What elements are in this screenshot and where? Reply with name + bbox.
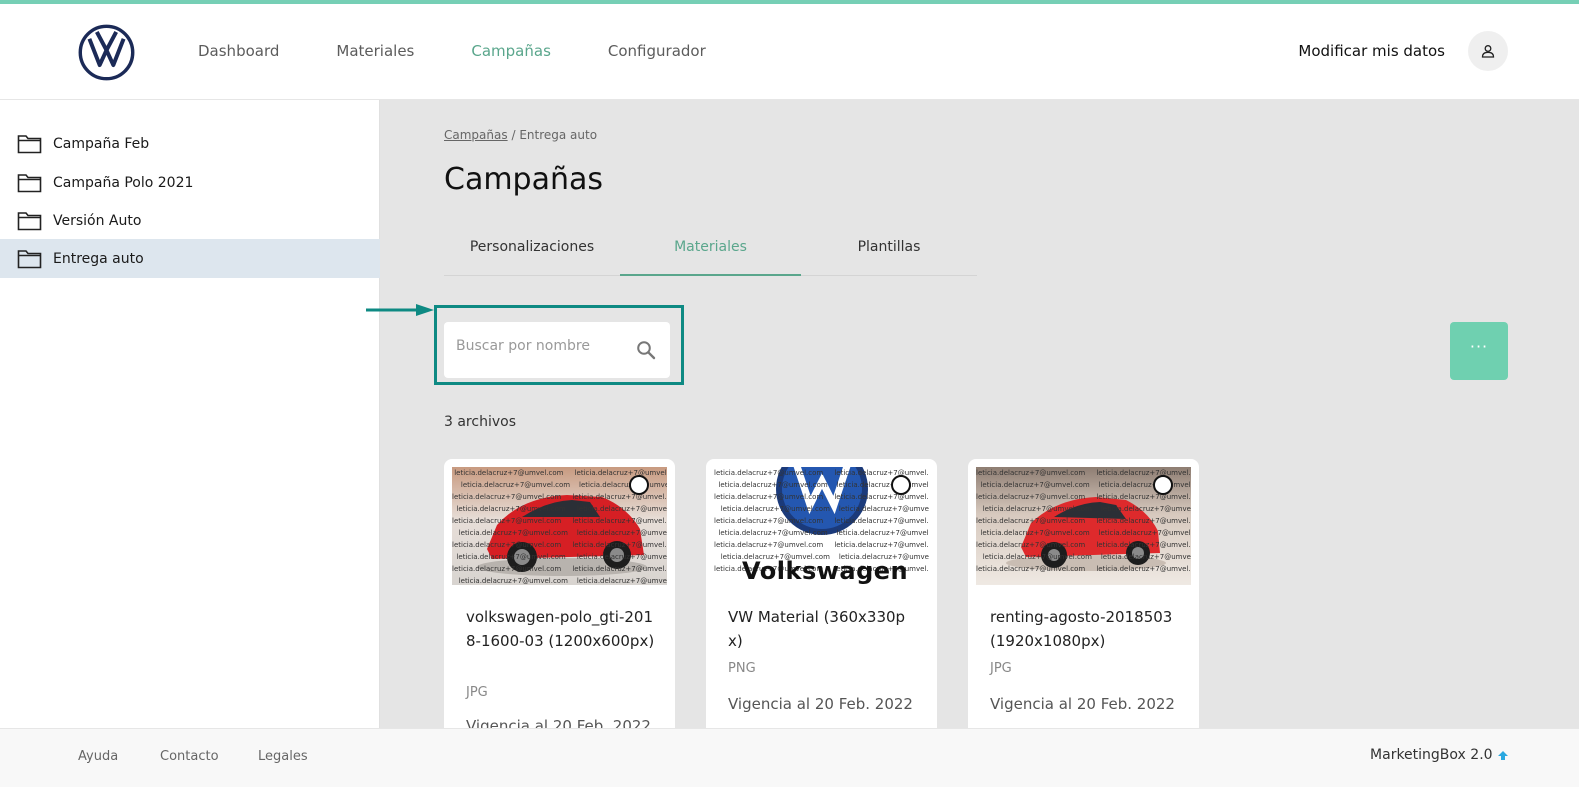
- material-name: renting-agosto-2018503 (1920x1080px): [990, 608, 1173, 650]
- folder-item-entrega-auto[interactable]: Entrega auto: [0, 239, 380, 278]
- material-card[interactable]: leticia.delacruz+7@umvel.com leticia.del…: [968, 459, 1199, 749]
- tab-materiales[interactable]: Materiales: [620, 228, 801, 276]
- folder-sidebar: Campaña Feb Campaña Polo 2021 Versión Au…: [0, 100, 380, 728]
- folder-item-version-auto[interactable]: Versión Auto: [0, 201, 380, 240]
- modify-profile-link[interactable]: Modificar mis datos: [1298, 42, 1445, 60]
- brand-label: MarketingBox 2.0: [1370, 747, 1509, 763]
- page-title: Campañas: [444, 162, 604, 197]
- folder-label: Entrega auto: [53, 250, 144, 267]
- search-icon[interactable]: [636, 340, 656, 360]
- footer-link-legales[interactable]: Legales: [258, 749, 308, 764]
- page-footer: Ayuda Contacto Legales MarketingBox 2.0: [0, 728, 1579, 787]
- footer-link-contacto[interactable]: Contacto: [160, 749, 219, 764]
- nav-configurador[interactable]: Configurador: [608, 42, 706, 60]
- material-card[interactable]: leticia.delacruz+7@umvel.com leticia.del…: [444, 459, 675, 749]
- breadcrumb-separator: /: [511, 128, 516, 142]
- vw-wordmark: Volkswagen: [742, 557, 909, 585]
- breadcrumb: Campañas / Entrega auto: [444, 128, 597, 142]
- user-avatar-button[interactable]: [1468, 31, 1508, 71]
- material-name: volkswagen-polo_gti-2018-1600-03 (1200x6…: [466, 608, 655, 650]
- breadcrumb-parent-link[interactable]: Campañas: [444, 128, 508, 142]
- nav-materiales[interactable]: Materiales: [336, 42, 414, 60]
- folder-icon: [17, 134, 42, 153]
- file-count: 3 archivos: [444, 414, 516, 430]
- select-radio[interactable]: [891, 475, 911, 495]
- main-nav: Dashboard Materiales Campañas Configurad…: [198, 42, 763, 60]
- material-card[interactable]: leticia.delacruz+7@umvel.com leticia.del…: [706, 459, 937, 749]
- tab-personalizaciones[interactable]: Personalizaciones: [444, 228, 620, 276]
- folder-icon: [17, 211, 42, 230]
- brand-text: MarketingBox 2.0: [1370, 747, 1493, 763]
- folder-item-campana-feb[interactable]: Campaña Feb: [0, 124, 380, 163]
- search-input[interactable]: [456, 338, 626, 354]
- folder-icon: [17, 173, 42, 192]
- folder-item-campana-polo-2021[interactable]: Campaña Polo 2021: [0, 163, 380, 202]
- material-type: JPG: [466, 685, 488, 700]
- top-header: Dashboard Materiales Campañas Configurad…: [0, 4, 1579, 100]
- breadcrumb-current: Entrega auto: [519, 128, 598, 142]
- folder-label: Campaña Feb: [53, 135, 150, 152]
- material-type: PNG: [728, 661, 756, 676]
- more-options-button[interactable]: ···: [1450, 322, 1508, 380]
- search-box: [444, 322, 670, 378]
- user-icon: [1481, 45, 1495, 58]
- material-validity: Vigencia al 20 Feb. 2022: [728, 695, 913, 713]
- brand-logo-icon: [1498, 751, 1508, 760]
- material-validity: Vigencia al 20 Feb. 2022: [990, 695, 1175, 713]
- vw-logo[interactable]: [78, 24, 135, 81]
- folder-label: Versión Auto: [53, 212, 142, 229]
- nav-campanas[interactable]: Campañas: [471, 42, 551, 60]
- arrow-annotation: [366, 304, 434, 316]
- folder-label: Campaña Polo 2021: [53, 174, 194, 191]
- select-radio[interactable]: [1153, 475, 1173, 495]
- select-radio[interactable]: [629, 475, 649, 495]
- footer-link-ayuda[interactable]: Ayuda: [78, 749, 118, 764]
- material-name: VW Material (360x330px): [728, 608, 906, 650]
- material-type: JPG: [990, 661, 1012, 676]
- tab-plantillas[interactable]: Plantillas: [801, 228, 977, 276]
- folder-icon: [17, 249, 42, 268]
- nav-dashboard[interactable]: Dashboard: [198, 42, 279, 60]
- tab-bar: Personalizaciones Materiales Plantillas: [444, 228, 977, 276]
